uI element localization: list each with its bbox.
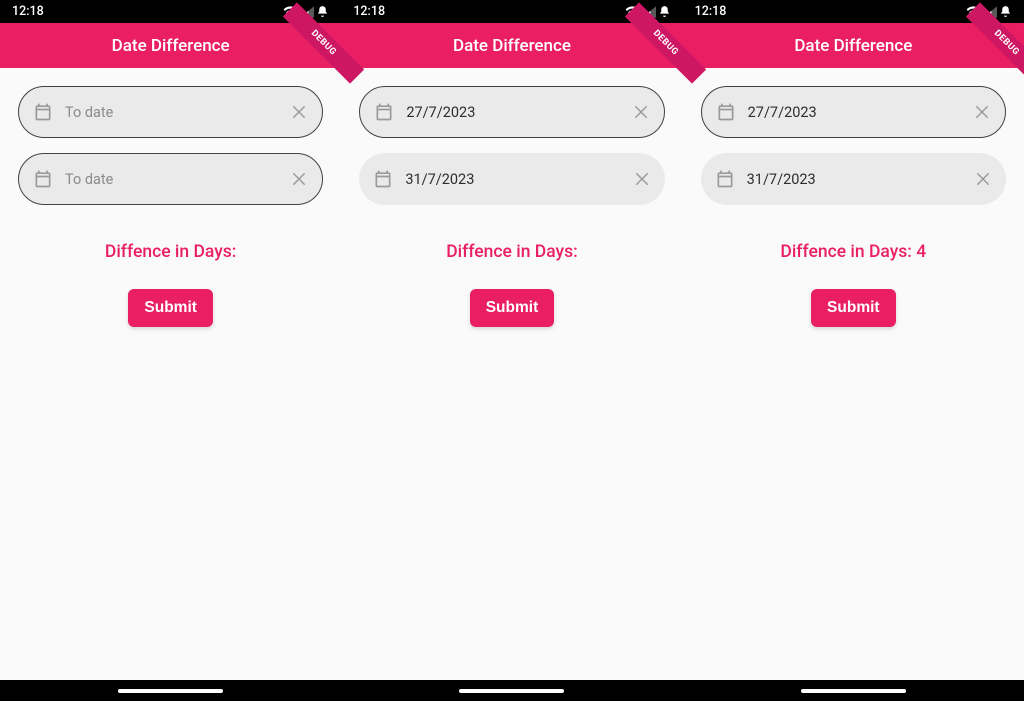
submit-button[interactable]: Submit	[811, 289, 896, 327]
clear-icon[interactable]	[974, 170, 992, 188]
app-title: Date Difference	[453, 36, 571, 56]
nav-pill[interactable]	[118, 689, 223, 693]
screen-body: 27/7/2023 31/7/2023 Diffence in Days: Su…	[341, 68, 682, 680]
result-text: Diffence in Days: 4	[701, 242, 1006, 262]
app-bar: Date Difference DEBUG	[341, 23, 682, 68]
from-date-field[interactable]: 27/7/2023	[701, 86, 1006, 138]
to-date-placeholder: To date	[65, 171, 278, 188]
status-time: 12:18	[353, 4, 385, 19]
phone-screen: 12:18 Date Difference DEBUG 27/7/2023 31…	[683, 0, 1024, 701]
calendar-icon	[373, 169, 393, 189]
app-title: Date Difference	[794, 36, 912, 56]
nav-bar	[683, 680, 1024, 701]
clear-icon[interactable]	[973, 103, 991, 121]
from-date-value: 27/7/2023	[406, 104, 619, 121]
result-label: Diffence in Days:	[780, 242, 911, 262]
clear-icon[interactable]	[290, 103, 308, 121]
screen-body: To date To date Diffence in Days: Submit	[0, 68, 341, 680]
result-label: Diffence in Days:	[105, 242, 236, 262]
from-date-placeholder: To date	[65, 104, 278, 121]
nav-pill[interactable]	[459, 689, 564, 693]
wifi-icon	[283, 6, 298, 18]
result-value: 4	[912, 242, 926, 262]
notification-bell-icon	[999, 5, 1012, 18]
calendar-icon	[33, 169, 53, 189]
status-bar: 12:18	[341, 0, 682, 23]
from-date-field[interactable]: To date	[18, 86, 323, 138]
nav-pill[interactable]	[801, 689, 906, 693]
signal-icon	[983, 6, 997, 18]
status-time: 12:18	[695, 4, 727, 19]
wifi-icon	[966, 6, 981, 18]
submit-button[interactable]: Submit	[470, 289, 555, 327]
calendar-icon	[374, 102, 394, 122]
result-label: Diffence in Days:	[446, 242, 577, 262]
screen-body: 27/7/2023 31/7/2023 Diffence in Days: 4 …	[683, 68, 1024, 680]
clear-icon[interactable]	[633, 170, 651, 188]
status-time: 12:18	[12, 4, 44, 19]
signal-icon	[300, 6, 314, 18]
phone-screen: 12:18 Date Difference DEBUG 27/7/2023 31…	[341, 0, 682, 701]
nav-bar	[341, 680, 682, 701]
status-bar: 12:18	[0, 0, 341, 23]
calendar-icon	[33, 102, 53, 122]
to-date-field[interactable]: 31/7/2023	[701, 153, 1006, 205]
notification-bell-icon	[316, 5, 329, 18]
from-date-value: 27/7/2023	[748, 104, 961, 121]
calendar-icon	[716, 102, 736, 122]
from-date-field[interactable]: 27/7/2023	[359, 86, 664, 138]
result-text: Diffence in Days:	[359, 242, 664, 262]
nav-bar	[0, 680, 341, 701]
app-bar: Date Difference DEBUG	[683, 23, 1024, 68]
to-date-field[interactable]: To date	[18, 153, 323, 205]
signal-icon	[642, 6, 656, 18]
clear-icon[interactable]	[290, 170, 308, 188]
status-bar: 12:18	[683, 0, 1024, 23]
to-date-field[interactable]: 31/7/2023	[359, 153, 664, 205]
app-bar: Date Difference DEBUG	[0, 23, 341, 68]
app-title: Date Difference	[112, 36, 230, 56]
notification-bell-icon	[658, 5, 671, 18]
result-text: Diffence in Days:	[18, 242, 323, 262]
clear-icon[interactable]	[632, 103, 650, 121]
wifi-icon	[625, 6, 640, 18]
to-date-value: 31/7/2023	[747, 171, 962, 188]
to-date-value: 31/7/2023	[405, 171, 620, 188]
phone-screen: 12:18 Date Difference DEBUG To date To d…	[0, 0, 341, 701]
submit-button[interactable]: Submit	[128, 289, 213, 327]
calendar-icon	[715, 169, 735, 189]
